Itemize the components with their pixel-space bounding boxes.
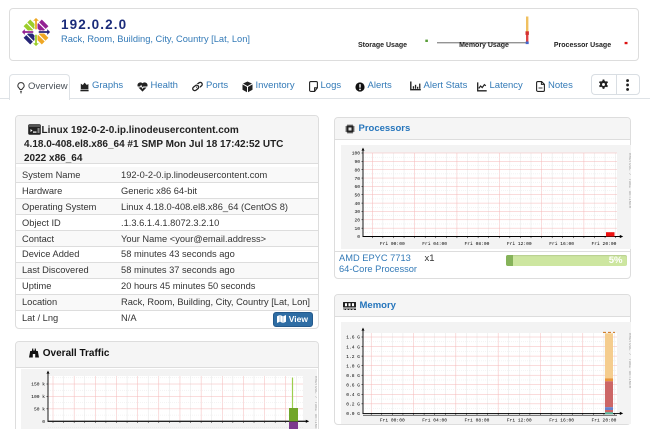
svg-text:10: 10 — [354, 226, 360, 232]
svg-text:RRDTOOL / TOBI OETIKER: RRDTOOL / TOBI OETIKER — [627, 333, 631, 389]
svg-text:RRDTOOL / TOBI OETIKER: RRDTOOL / TOBI OETIKER — [313, 376, 317, 429]
svg-text:50 k: 50 k — [34, 407, 45, 413]
svg-text:0.8 G: 0.8 G — [346, 373, 360, 379]
svg-text:Fri 20:00: Fri 20:00 — [592, 241, 617, 247]
svg-text:Fri 04:00: Fri 04:00 — [422, 241, 447, 247]
svg-text:Fri 16:00: Fri 16:00 — [549, 418, 574, 424]
svg-text:0.6 G: 0.6 G — [346, 382, 360, 388]
svg-text:0.0 G: 0.0 G — [346, 411, 360, 417]
svg-text:70: 70 — [354, 176, 360, 182]
svg-text:Fri 20:00: Fri 20:00 — [592, 418, 617, 424]
svg-text:90: 90 — [354, 159, 360, 165]
svg-text:1.2 G: 1.2 G — [346, 354, 360, 360]
svg-text:20: 20 — [354, 218, 360, 224]
svg-text:Fri 12:00: Fri 12:00 — [507, 241, 532, 247]
svg-text:30: 30 — [354, 209, 360, 215]
svg-text:0: 0 — [42, 419, 45, 425]
svg-text:150 k: 150 k — [31, 382, 45, 388]
svg-text:80: 80 — [354, 167, 360, 173]
svg-text:0.2 G: 0.2 G — [346, 402, 360, 408]
svg-text:Fri 16:00: Fri 16:00 — [549, 241, 574, 247]
svg-text:0.4 G: 0.4 G — [346, 392, 360, 398]
svg-text:100 k: 100 k — [31, 394, 45, 400]
svg-text:1.0 G: 1.0 G — [346, 363, 360, 369]
svg-text:Fri 08:00: Fri 08:00 — [465, 241, 490, 247]
svg-text:1.4 G: 1.4 G — [346, 344, 360, 350]
svg-text:Fri 04:00: Fri 04:00 — [422, 418, 447, 424]
svg-text:RRDTOOL / TOBI OETIKER: RRDTOOL / TOBI OETIKER — [627, 153, 631, 209]
svg-text:0: 0 — [357, 234, 360, 240]
svg-text:Fri 00:00: Fri 00:00 — [380, 418, 405, 424]
svg-text:50: 50 — [354, 192, 360, 198]
svg-text:Fri 00:00: Fri 00:00 — [380, 241, 405, 247]
svg-text:100: 100 — [352, 151, 361, 157]
svg-text:60: 60 — [354, 184, 360, 190]
svg-text:Fri 12:00: Fri 12:00 — [507, 418, 532, 424]
svg-text:1.6 G: 1.6 G — [346, 335, 360, 341]
svg-text:40: 40 — [354, 201, 360, 207]
svg-text:Fri 08:00: Fri 08:00 — [465, 418, 490, 424]
